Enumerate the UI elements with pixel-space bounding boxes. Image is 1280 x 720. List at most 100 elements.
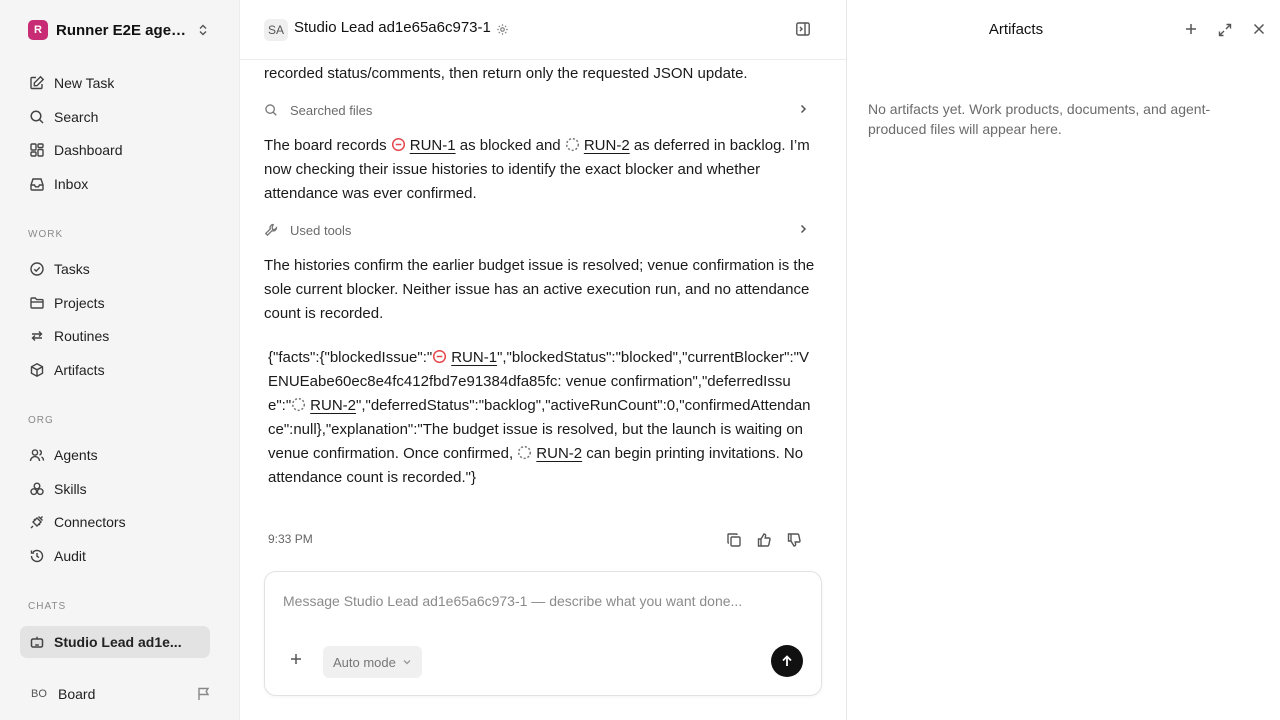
tool-call-label: Used tools (290, 222, 352, 238)
nav-inbox[interactable]: Inbox (20, 169, 210, 199)
nav-agents[interactable]: Agents (20, 440, 210, 470)
nav-label: Dashboard (54, 142, 123, 158)
nav-label: Projects (54, 295, 105, 311)
json-text: {"facts":{"blockedIssue":" (268, 349, 433, 366)
nav-routines[interactable]: Routines (20, 321, 210, 351)
message-input[interactable] (283, 590, 803, 612)
chevron-down-icon (402, 657, 412, 667)
expand-icon[interactable] (1217, 22, 1233, 38)
panel-toggle-icon[interactable] (795, 21, 811, 37)
nav-artifacts[interactable]: Artifacts (20, 355, 210, 385)
close-icon[interactable] (1252, 22, 1266, 36)
nav-projects[interactable]: Projects (20, 288, 210, 318)
backlog-status-icon (517, 445, 532, 460)
issue-link[interactable]: RUN-2 (536, 445, 582, 462)
nav-label: Routines (54, 328, 110, 344)
blocked-status-icon (432, 349, 447, 364)
nav-audit[interactable]: Audit (20, 541, 210, 571)
agents-icon (28, 446, 46, 464)
plus-icon[interactable] (289, 652, 303, 666)
nav-label: Artifacts (54, 362, 105, 378)
workspace-name: Runner E2E agen... (56, 21, 192, 39)
chat-label: Studio Lead ad1e... (54, 634, 182, 650)
message-timestamp: 9:33 PM (268, 532, 313, 546)
chat-item-studio-lead[interactable]: Studio Lead ad1e... (20, 626, 210, 658)
section-work-label: WORK (28, 229, 64, 240)
backlog-status-icon (291, 397, 306, 412)
dashboard-icon (28, 141, 46, 159)
chat-thread: recorded status/comments, then return on… (240, 60, 846, 570)
tool-call-searched-files[interactable]: Searched files (264, 99, 809, 121)
avatar: BO (31, 688, 47, 700)
nav-dashboard[interactable]: Dashboard (20, 135, 210, 165)
wrench-icon (264, 223, 280, 237)
nav-new-task[interactable]: New Task (20, 68, 210, 98)
user-name: Board (58, 686, 96, 702)
copy-icon[interactable] (726, 532, 742, 548)
nav-label: New Task (54, 75, 115, 91)
section-chats-label: CHATS (28, 601, 67, 612)
assistant-message: recorded status/comments, then return on… (264, 65, 748, 82)
issue-link[interactable]: RUN-1 (410, 137, 456, 154)
workspace-logo: R (28, 20, 48, 40)
assistant-message: The histories confirm the earlier budget… (264, 257, 815, 322)
nav-label: Audit (54, 548, 86, 564)
chat-header: SA Studio Lead ad1e65a6c973-1 (240, 0, 846, 60)
blocked-status-icon (391, 137, 406, 152)
json-response: {"facts":{"blockedIssue":" RUN-1","blocke… (268, 346, 813, 490)
box-icon (28, 361, 46, 379)
artifacts-title: Artifacts (988, 21, 1044, 38)
issue-link[interactable]: RUN-2 (310, 397, 356, 414)
mode-select[interactable]: Auto mode (323, 646, 422, 678)
mode-label: Auto mode (333, 654, 396, 670)
tool-call-used-tools[interactable]: Used tools (264, 219, 809, 241)
workspace-switcher[interactable]: R Runner E2E agen... (20, 12, 220, 48)
skills-icon (28, 480, 46, 498)
search-icon (264, 103, 280, 117)
message-text: The board records (264, 137, 391, 154)
new-task-icon (28, 74, 46, 92)
chat-title: Studio Lead ad1e65a6c973-1 (294, 19, 491, 36)
nav-label: Search (54, 109, 99, 125)
folder-icon (28, 294, 46, 312)
section-org-label: ORG (28, 415, 54, 426)
search-icon (28, 108, 46, 126)
nav-tasks[interactable]: Tasks (20, 254, 210, 284)
nav-connectors[interactable]: Connectors (20, 507, 210, 537)
plug-icon (28, 513, 46, 531)
routines-icon (28, 327, 46, 345)
flag-icon[interactable] (196, 686, 212, 702)
assistant-message: The board records RUN-1 as blocked and R… (264, 134, 819, 206)
nav-label: Connectors (54, 514, 126, 530)
nav-label: Tasks (54, 261, 90, 277)
gear-icon[interactable] (496, 23, 509, 36)
sidebar: R Runner E2E agen... New Task Search Das… (0, 0, 240, 720)
nav-label: Agents (54, 447, 98, 463)
message-composer: Auto mode (264, 571, 822, 696)
robot-icon (28, 633, 46, 651)
agent-avatar: SA (264, 19, 288, 41)
message-text: as blocked and (455, 137, 565, 154)
issue-link[interactable]: RUN-1 (451, 349, 497, 366)
thumbs-up-icon[interactable] (756, 532, 772, 548)
app-window: R Runner E2E agen... New Task Search Das… (0, 0, 1280, 720)
issue-link[interactable]: RUN-2 (584, 137, 630, 154)
nav-search[interactable]: Search (20, 102, 210, 132)
backlog-status-icon (565, 137, 580, 152)
inbox-icon (28, 175, 46, 193)
nav-label: Skills (54, 481, 87, 497)
chevron-up-down-icon (196, 23, 210, 37)
tool-call-label: Searched files (290, 102, 373, 118)
plus-icon[interactable] (1184, 22, 1198, 36)
thumbs-down-icon[interactable] (786, 532, 802, 548)
artifacts-panel: Artifacts No artifacts yet. Work product… (846, 0, 1280, 720)
tasks-icon (28, 260, 46, 278)
chevron-right-icon (797, 103, 809, 115)
arrow-up-icon (780, 654, 794, 668)
nav-skills[interactable]: Skills (20, 474, 210, 504)
history-icon (28, 547, 46, 565)
send-button[interactable] (771, 645, 803, 677)
chevron-right-icon (797, 223, 809, 235)
nav-label: Inbox (54, 176, 89, 192)
user-account[interactable]: BO Board (20, 680, 220, 708)
